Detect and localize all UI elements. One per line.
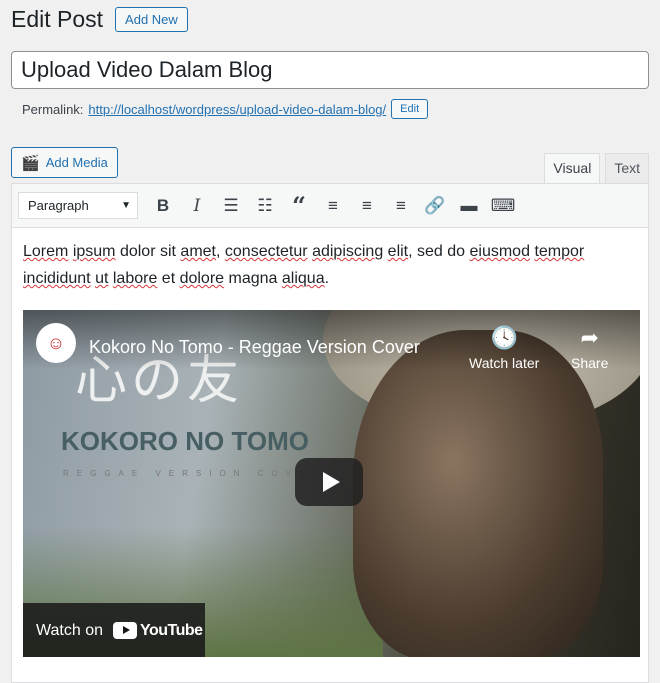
read-more-icon[interactable]: ▬ [454,192,484,220]
page-title: Edit Post [11,6,104,32]
paragraph-word: . [324,270,330,287]
paragraph-word: tempor [534,243,585,260]
italic-icon[interactable]: I [182,192,212,220]
watch-later-button[interactable]: 🕓 Watch later [469,324,539,377]
clock-icon: 🕓 [490,325,518,350]
align-right-icon[interactable]: ≡ [386,192,416,220]
bulleted-list-icon[interactable]: ☰ [216,192,246,220]
play-icon [322,472,340,492]
paragraph-word: , [216,243,225,260]
paragraph-word: sit [155,243,181,260]
paragraph-word: labore [112,270,158,287]
watch-on-youtube-button[interactable]: Watch on YouTube [23,603,205,657]
youtube-embed[interactable]: 心の友 KOKORO NO TOMO REGGAE VERSION COVER … [23,310,640,657]
youtube-logo: YouTube [113,617,203,644]
paragraph-word: incididunt [23,270,91,287]
paragraph-word: dolor [119,243,156,260]
paragraph-word: aliqua [281,270,325,287]
bold-icon[interactable]: B [148,192,178,220]
share-button[interactable]: ➦ Share [571,324,608,377]
paragraph-word: , sed do [408,243,470,260]
paragraph-word: elit [387,243,409,260]
tab-visual[interactable]: Visual [544,153,601,184]
link-icon[interactable]: 🔗 [420,192,450,220]
format-value: Paragraph [28,198,89,213]
tab-text[interactable]: Text [605,153,649,184]
permalink-label: Permalink: [22,101,84,117]
thumbnail-title: KOKORO NO TOMO [61,426,309,456]
paragraph-word: ipsum [72,243,116,260]
youtube-play-icon [113,621,137,639]
format-select[interactable]: Paragraph ▼ [18,192,138,219]
permalink-suffix: / [382,101,387,117]
thumbnail-face [353,330,603,657]
add-media-label: Add Media [45,155,108,170]
permalink-link[interactable]: http://localhost/wordpress/upload-video-… [88,102,386,117]
play-button[interactable] [295,458,363,506]
paragraph-word: amet [180,243,216,260]
editor-content[interactable]: Lorem ipsum dolor sit amet, consectetur … [12,228,648,657]
page-header: Edit Post Add New [11,6,188,33]
permalink-slug: upload-video-dalam-blog [239,101,383,117]
share-label: Share [571,355,609,371]
paragraph-word: ut [95,270,109,287]
paragraph-word: Lorem [23,243,69,260]
thumbnail-jp-title: 心の友 [75,351,244,411]
blockquote-icon[interactable]: “ [284,191,314,220]
share-icon: ➦ [580,325,599,350]
youtube-label: YouTube [140,621,203,639]
numbered-list-icon[interactable]: ☷ [250,192,280,220]
paragraph-word: consectetur [224,243,308,260]
video-title[interactable]: Kokoro No Tomo - Reggae Version Cover [89,334,420,361]
paragraph-word: magna [228,270,278,287]
edit-permalink-button[interactable]: Edit [391,99,429,119]
align-left-icon[interactable]: ≡ [318,192,348,220]
add-new-button[interactable]: Add New [115,7,188,32]
permalink: Permalink: http://localhost/wordpress/up… [22,99,429,119]
permalink-prefix: http://localhost/wordpress/ [88,101,240,117]
paragraph-word: dolore [179,270,225,287]
align-center-icon[interactable]: ≡ [352,192,382,220]
toolbar-toggle-icon[interactable]: ⌨ [488,192,518,220]
paragraph-word: et [157,270,180,287]
editor-tabs: Visual Text [544,153,649,184]
paragraph: Lorem ipsum dolor sit amet, consectetur … [23,238,637,292]
watch-on-label: Watch on [36,621,103,639]
paragraph-word: eiusmod [469,243,530,260]
editor: Paragraph ▼ B I ☰ ☷ “ ≡ ≡ ≡ 🔗 ▬ ⌨ Lorem i… [11,183,649,683]
media-icon: 🎬 [21,154,40,172]
watch-later-label: Watch later [469,355,540,371]
paragraph-word: adipiscing [312,243,384,260]
thumbnail-subtitle: REGGAE VERSION COVER [63,469,327,478]
add-media-button[interactable]: 🎬 Add Media [11,147,118,178]
post-title-input[interactable]: Upload Video Dalam Blog [11,51,649,89]
editor-toolbar: Paragraph ▼ B I ☰ ☷ “ ≡ ≡ ≡ 🔗 ▬ ⌨ [12,184,648,228]
dropdown-arrow-icon: ▼ [121,200,131,211]
channel-avatar[interactable]: ☺ [36,323,76,363]
